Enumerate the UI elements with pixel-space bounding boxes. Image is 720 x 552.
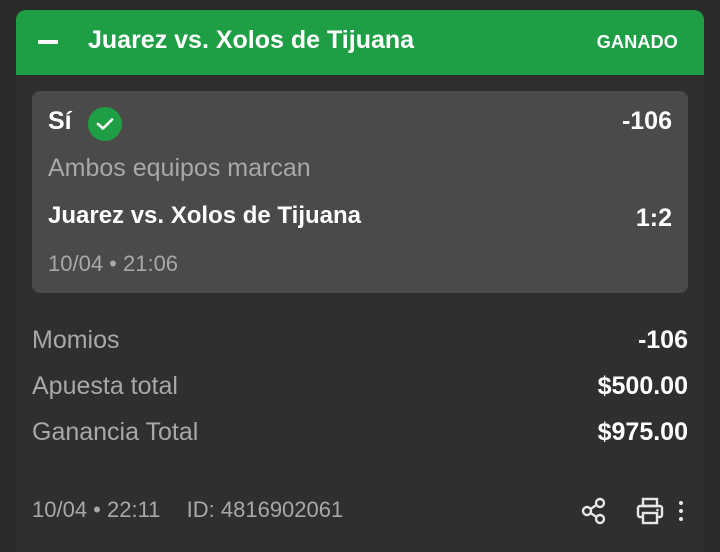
summary-label: Ganancia Total — [32, 418, 199, 446]
selection-market: Ambos equipos marcan — [48, 154, 311, 182]
selection-odds: -106 — [621, 107, 672, 135]
bet-header[interactable]: Juarez vs. Xolos de Tijuana GANADO — [16, 10, 704, 75]
status-badge: GANADO — [596, 32, 678, 52]
bet-footer-meta: 10/04 • 22:11 ID: 4816902061 — [32, 497, 343, 523]
print-icon[interactable] — [632, 494, 668, 528]
summary-label: Momios — [32, 326, 120, 354]
selection-score: 1:2 — [635, 204, 672, 232]
summary-value: -106 — [637, 326, 688, 354]
bet-title: Juarez vs. Xolos de Tijuana — [88, 26, 415, 54]
summary-value: $500.00 — [597, 372, 688, 400]
minus-icon[interactable] — [38, 40, 58, 44]
summary-row-winnings: Ganancia Total $975.00 — [32, 418, 688, 452]
summary-row-odds: Momios -106 — [32, 326, 688, 360]
summary-label: Apuesta total — [32, 372, 178, 400]
share-icon[interactable] — [576, 494, 612, 528]
selection-panel: Sí -106 Ambos equipos marcan Juarez vs. … — [32, 91, 688, 293]
selection-event: Juarez vs. Xolos de Tijuana — [48, 202, 362, 229]
more-vertical-icon[interactable] — [672, 494, 690, 528]
footer-datetime: 10/04 • 22:11 — [32, 497, 161, 522]
summary-value: $975.00 — [597, 418, 688, 446]
bet-id: ID: 4816902061 — [186, 497, 344, 522]
bet-card: Juarez vs. Xolos de Tijuana GANADO Sí -1… — [16, 10, 704, 552]
summary-row-stake: Apuesta total $500.00 — [32, 372, 688, 406]
selection-datetime: 10/04 • 21:06 — [48, 251, 179, 276]
selection-pick: Sí — [48, 107, 72, 135]
check-circle-icon — [88, 107, 122, 141]
